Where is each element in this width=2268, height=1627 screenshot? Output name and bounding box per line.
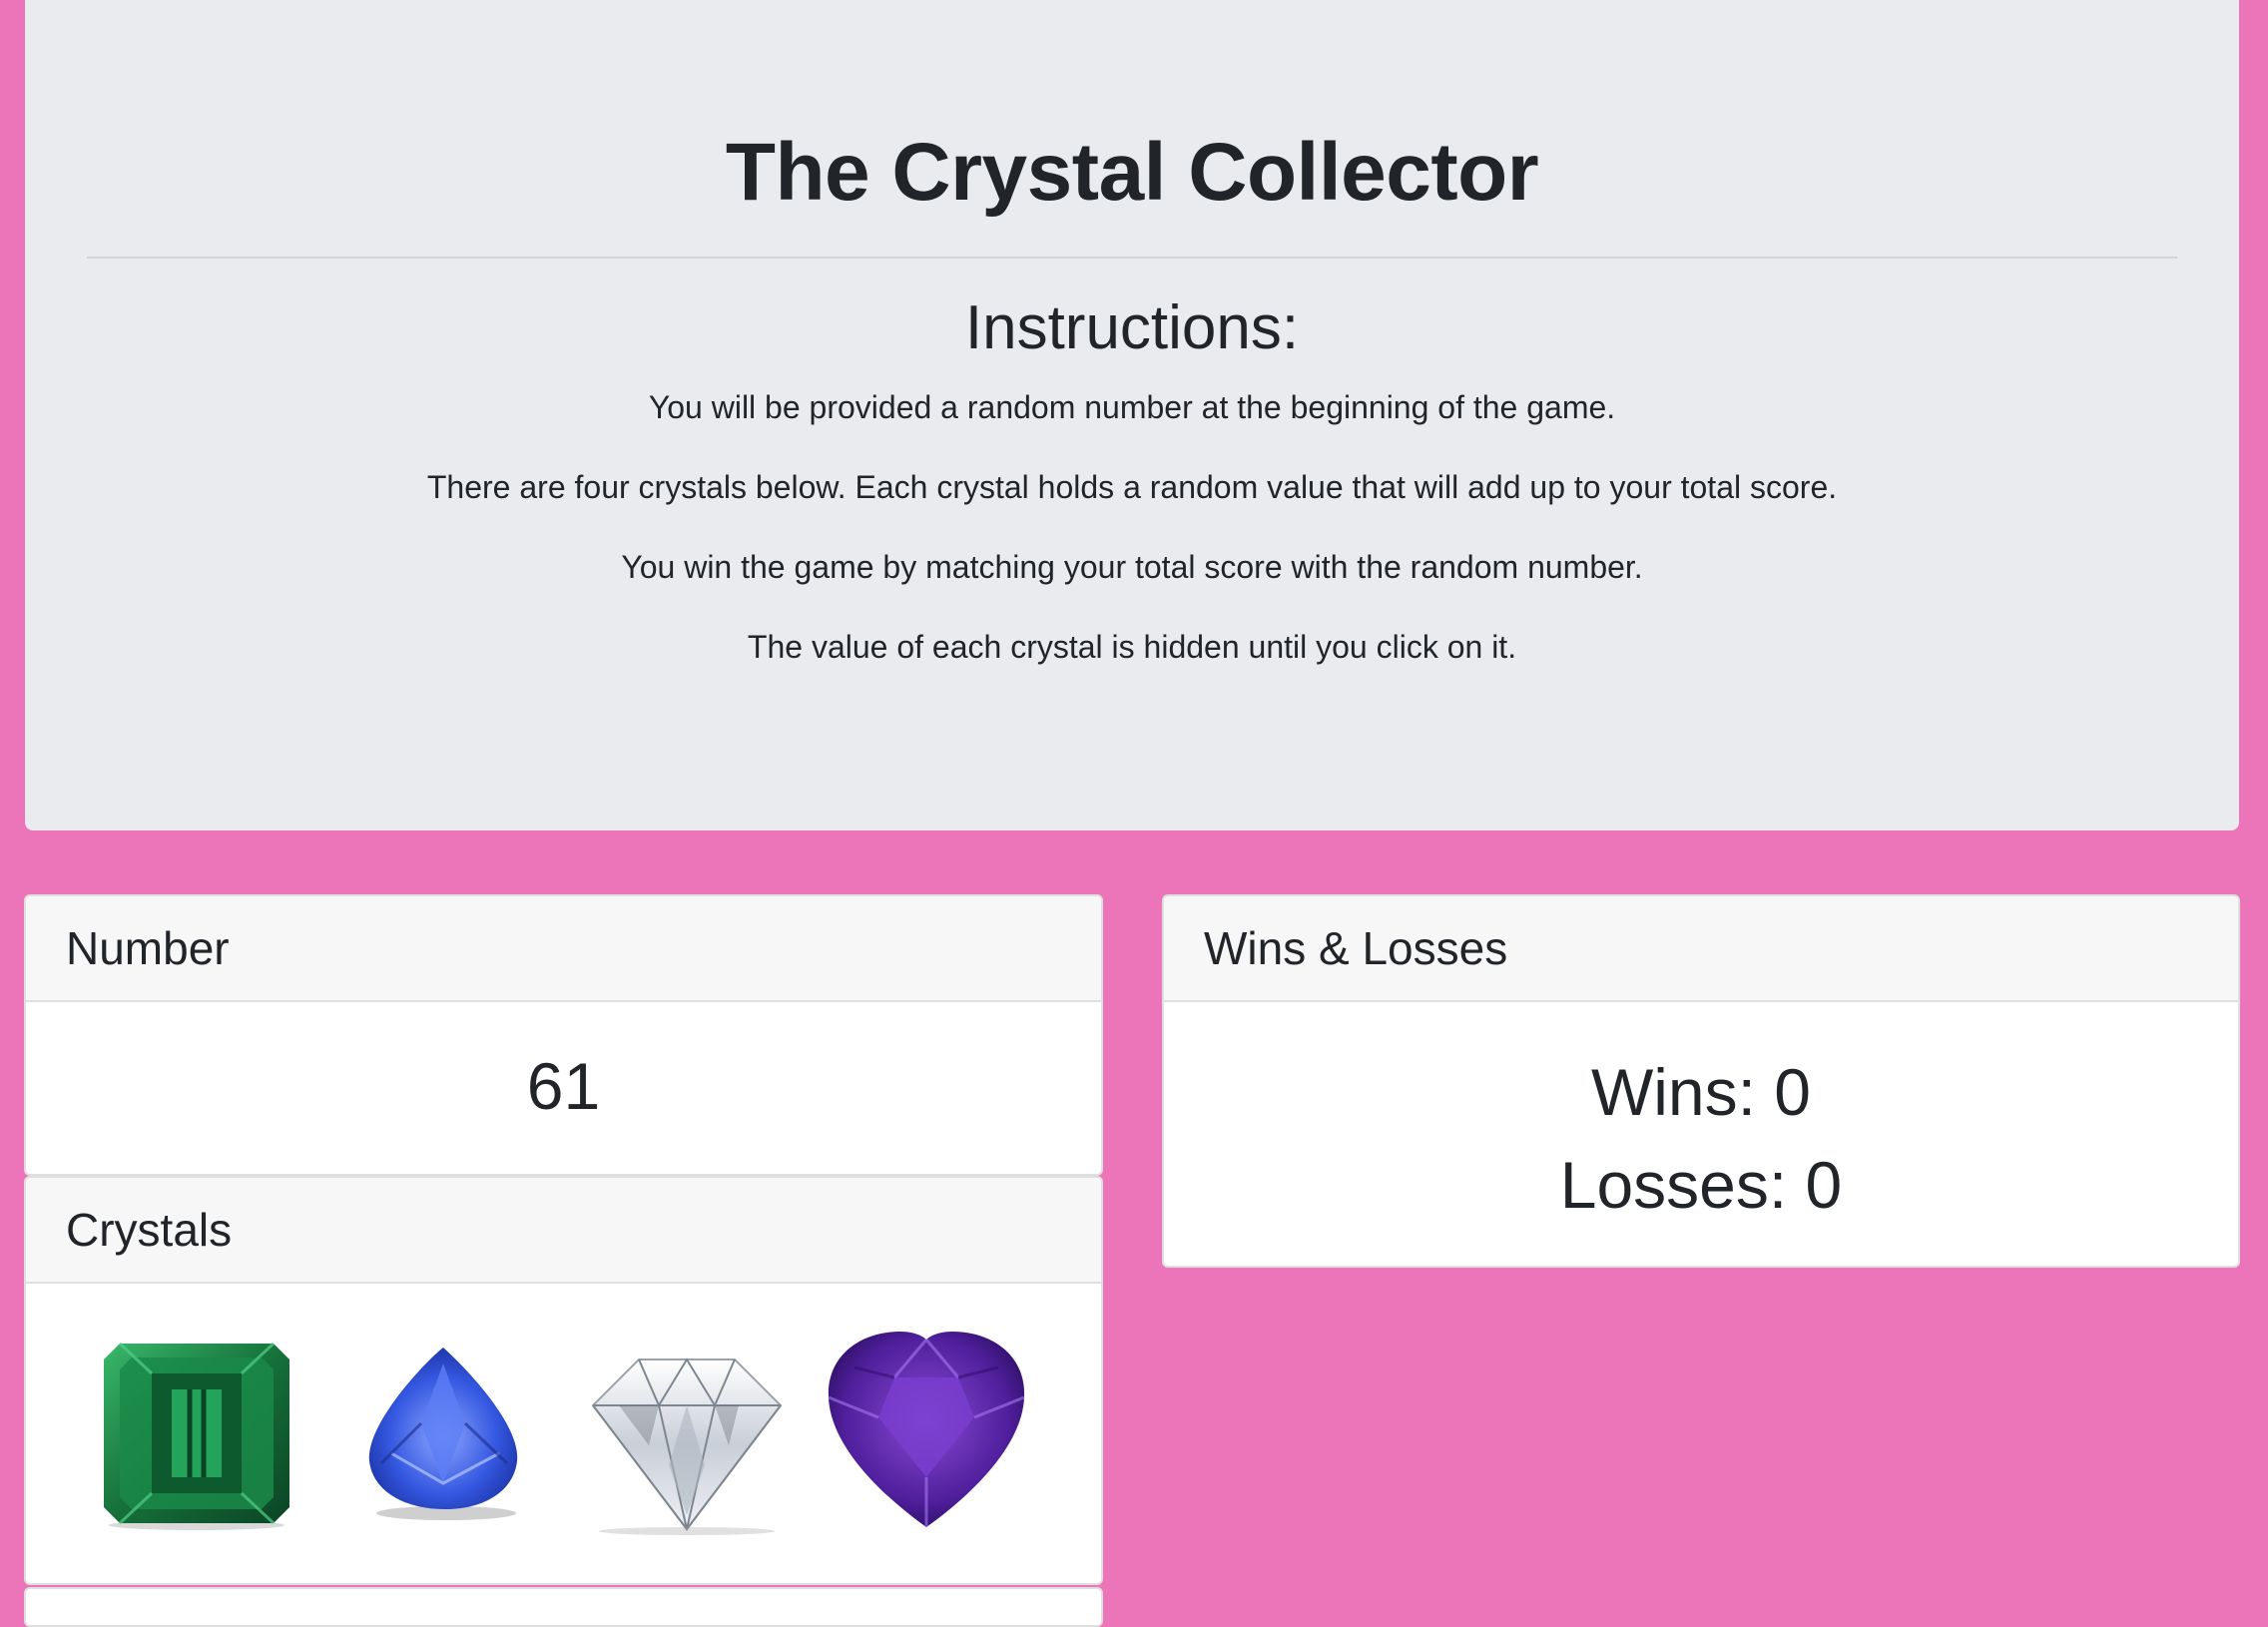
header-divider <box>87 257 2177 259</box>
emerald-icon <box>104 1342 289 1530</box>
score-card-edge <box>24 1587 1103 1627</box>
sapphire-icon <box>368 1348 518 1520</box>
wins-counter: Wins: 0 <box>1590 1055 1812 1129</box>
page-title: The Crystal Collector <box>725 127 1539 218</box>
diamond-icon <box>591 1357 783 1535</box>
wins-losses-card-title: Wins & Losses <box>1164 896 2238 1002</box>
target-number-card-title: Number <box>26 896 1101 1002</box>
instruction-line-3: You win the game by matching your total … <box>621 549 1643 585</box>
losses-counter: Losses: 0 <box>1559 1148 1843 1222</box>
instruction-line-2: There are four crystals below. Each crys… <box>426 469 1838 505</box>
amethyst-icon <box>828 1332 1025 1527</box>
clear-diamond-crystal[interactable] <box>589 1346 785 1537</box>
wins-losses-body: Wins: 0 Losses: 0 <box>1164 1002 2238 1232</box>
purple-amethyst-crystal[interactable] <box>825 1328 1028 1531</box>
target-number-value: 61 <box>526 1049 601 1123</box>
crystal-row <box>26 1328 1101 1537</box>
crystals-card-title: Crystals <box>26 1178 1101 1284</box>
blue-sapphire-crystal[interactable] <box>361 1344 527 1521</box>
instruction-line-1: You will be provided a random number at … <box>648 389 1616 425</box>
target-number-card: Number 61 <box>24 894 1103 1176</box>
green-emerald-crystal[interactable] <box>102 1340 291 1531</box>
instruction-line-4: The value of each crystal is hidden unti… <box>747 629 1517 665</box>
wins-losses-card: Wins & Losses Wins: 0 Losses: 0 <box>1162 894 2240 1268</box>
game-header: The Crystal Collector Instructions: You … <box>25 0 2239 830</box>
crystals-card: Crystals <box>24 1176 1103 1585</box>
instructions-heading: Instructions: <box>964 293 1300 362</box>
